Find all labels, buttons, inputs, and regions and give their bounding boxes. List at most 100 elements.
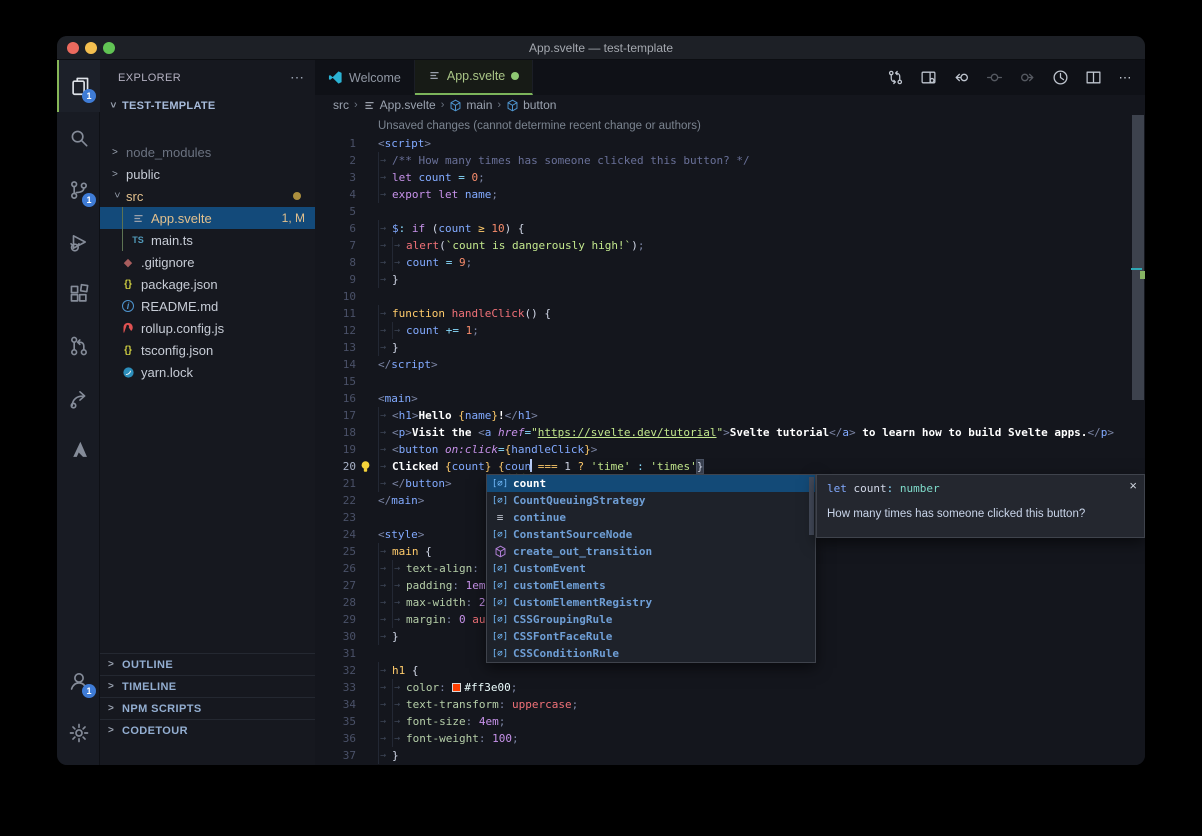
code-line-12[interactable]: 12→→count += 1; xyxy=(315,322,1131,339)
breadcrumb-src[interactable]: src xyxy=(333,98,349,112)
line-number: 21 xyxy=(315,475,378,492)
signature-token: number xyxy=(900,482,940,495)
activity-explorer[interactable]: 1 xyxy=(57,60,100,112)
breadcrumb-app-svelte[interactable]: App.svelte xyxy=(363,98,436,112)
tree-root-test-template[interactable]: >TEST-TEMPLATE xyxy=(100,95,315,117)
activity-accounts[interactable]: 1 xyxy=(57,655,100,707)
code-line-10[interactable]: 10 xyxy=(315,288,1131,305)
more-actions-icon[interactable]: ⋯ xyxy=(290,69,305,86)
tree-item-readme-md[interactable]: iREADME.md xyxy=(100,295,315,317)
code-line-20[interactable]: 20→Clicked {count} {coun === 1 ? 'time' … xyxy=(315,458,1131,475)
scrollbar-thumb[interactable] xyxy=(1132,115,1144,400)
suggest-item-constantsourcenode[interactable]: [∅]ConstantSourceNode xyxy=(487,526,815,543)
code-line-13[interactable]: 13→} xyxy=(315,339,1131,356)
tree-item--gitignore[interactable]: ◆.gitignore xyxy=(100,251,315,273)
indent-guide: → xyxy=(378,152,392,169)
code-token: > xyxy=(431,358,438,371)
md-icon: i xyxy=(120,298,136,314)
code-token: </ xyxy=(829,426,842,439)
activity-pull-requests[interactable] xyxy=(57,320,100,372)
code-line-33[interactable]: 33→→color: #ff3e00; xyxy=(315,679,1131,696)
code-token: #ff3e00 xyxy=(464,681,510,694)
code-token: === xyxy=(531,460,558,473)
lightbulb-icon[interactable] xyxy=(359,460,372,473)
previous-change-icon[interactable] xyxy=(948,65,974,91)
code-line-35[interactable]: 35→→font-size: 4em; xyxy=(315,713,1131,730)
code-line-4[interactable]: 4→export let name; xyxy=(315,186,1131,203)
activity-run-debug[interactable] xyxy=(57,216,100,268)
code-line-37[interactable]: 37→} xyxy=(315,747,1131,764)
suggest-item-countqueuingstrategy[interactable]: [∅]CountQueuingStrategy xyxy=(487,492,815,509)
code-area: Unsaved changes (cannot determine recent… xyxy=(315,115,1145,765)
gitlens-graph-icon[interactable] xyxy=(882,65,908,91)
section-npm-scripts[interactable]: >NPM SCRIPTS xyxy=(100,697,315,719)
code-line-14[interactable]: 14</script> xyxy=(315,356,1131,373)
suggest-item-continue[interactable]: ≡continue xyxy=(487,509,815,526)
suggest-item-customevent[interactable]: [∅]CustomEvent xyxy=(487,560,815,577)
code-line-9[interactable]: 9→} xyxy=(315,271,1131,288)
code-line-5[interactable]: 5 xyxy=(315,203,1131,220)
code-line-32[interactable]: 32→h1 { xyxy=(315,662,1131,679)
activity-settings[interactable] xyxy=(57,707,100,759)
activity-live-share[interactable] xyxy=(57,372,100,424)
breadcrumb-main[interactable]: main xyxy=(449,98,492,112)
code-line-3[interactable]: 3→let count = 0; xyxy=(315,169,1131,186)
suggest-item-cssconditionrule[interactable]: [∅]CSSConditionRule xyxy=(487,645,815,662)
section-timeline[interactable]: >TIMELINE xyxy=(100,675,315,697)
breadcrumb-separator: › xyxy=(497,99,501,111)
code-line-11[interactable]: 11→function handleClick() { xyxy=(315,305,1131,322)
code-line-8[interactable]: 8→→count = 9; xyxy=(315,254,1131,271)
suggest-item-cssfontfacerule[interactable]: [∅]CSSFontFaceRule xyxy=(487,628,815,645)
tree-item-package-json[interactable]: {}package.json xyxy=(100,273,315,295)
tab-app-svelte[interactable]: App.svelte xyxy=(415,60,533,95)
suggest-item-count[interactable]: [∅]count xyxy=(487,475,815,492)
code-line-16[interactable]: 16<main> xyxy=(315,390,1131,407)
suggest-item-customelements[interactable]: [∅]customElements xyxy=(487,577,815,594)
tree-item-yarn-lock[interactable]: yarn.lock xyxy=(100,361,315,383)
tree-item-tsconfig-json[interactable]: {}tsconfig.json xyxy=(100,339,315,361)
activity-source-control[interactable]: 1 xyxy=(57,164,100,216)
activity-azure[interactable] xyxy=(57,424,100,476)
suggest-item-create_out_transition[interactable]: create_out_transition xyxy=(487,543,815,560)
indent-guide: → xyxy=(378,305,392,322)
suggest-item-cssgroupingrule[interactable]: [∅]CSSGroupingRule xyxy=(487,611,815,628)
code-line-2[interactable]: 2→/** How many times has someone clicked… xyxy=(315,152,1131,169)
tree-item-app-svelte[interactable]: App.svelte1, M xyxy=(100,207,315,229)
code-line-19[interactable]: 19→<button on:click={handleClick}> xyxy=(315,441,1131,458)
symbol-variable-icon: [∅] xyxy=(492,615,508,625)
open-preview-icon[interactable] xyxy=(915,65,941,91)
editor-scrollbar[interactable] xyxy=(1131,115,1145,765)
code-line-18[interactable]: 18→<p>Visit the <a href="https://svelte.… xyxy=(315,424,1131,441)
code-line-17[interactable]: 17→<h1>Hello {name}!</h1> xyxy=(315,407,1131,424)
suggest-item-customelementregistry[interactable]: [∅]CustomElementRegistry xyxy=(487,594,815,611)
code-line-7[interactable]: 7→→alert(`count is dangerously high!`); xyxy=(315,237,1131,254)
suggest-item-label: count xyxy=(513,477,546,490)
suggest-scrollbar[interactable] xyxy=(809,477,814,535)
tree-item-node-modules[interactable]: >node_modules xyxy=(100,141,315,163)
activity-search[interactable] xyxy=(57,112,100,164)
code-line-15[interactable]: 15 xyxy=(315,373,1131,390)
tree-item-src[interactable]: >src xyxy=(100,185,315,207)
run-file-icon[interactable] xyxy=(1047,65,1073,91)
activity-extensions[interactable] xyxy=(57,268,100,320)
tab-welcome[interactable]: Welcome xyxy=(315,60,415,95)
signature-token: let xyxy=(827,482,854,495)
code-token: ; xyxy=(466,256,473,269)
suggest-item-label: CustomEvent xyxy=(513,562,586,575)
code-token: > xyxy=(405,426,412,439)
code-token: to learn how to build Svelte apps. xyxy=(856,426,1088,439)
section-codetour[interactable]: >CODETOUR xyxy=(100,719,315,741)
split-editor-icon[interactable] xyxy=(1080,65,1106,91)
section-outline[interactable]: >OUTLINE xyxy=(100,653,315,675)
breadcrumb-button[interactable]: button xyxy=(506,98,556,112)
tree-item-main-ts[interactable]: TSmain.ts xyxy=(100,229,315,251)
more-actions-icon[interactable]: ⋯ xyxy=(1113,65,1139,91)
tree-item-label: rollup.config.js xyxy=(141,321,224,336)
code-token: font-weight xyxy=(406,732,479,745)
tree-item-rollup-config-js[interactable]: rollup.config.js xyxy=(100,317,315,339)
code-line-36[interactable]: 36→→font-weight: 100; xyxy=(315,730,1131,747)
code-line-6[interactable]: 6→$: if (count ≥ 10) { xyxy=(315,220,1131,237)
code-line-34[interactable]: 34→→text-transform: uppercase; xyxy=(315,696,1131,713)
code-line-1[interactable]: 1<script> xyxy=(315,135,1131,152)
tree-item-public[interactable]: >public xyxy=(100,163,315,185)
